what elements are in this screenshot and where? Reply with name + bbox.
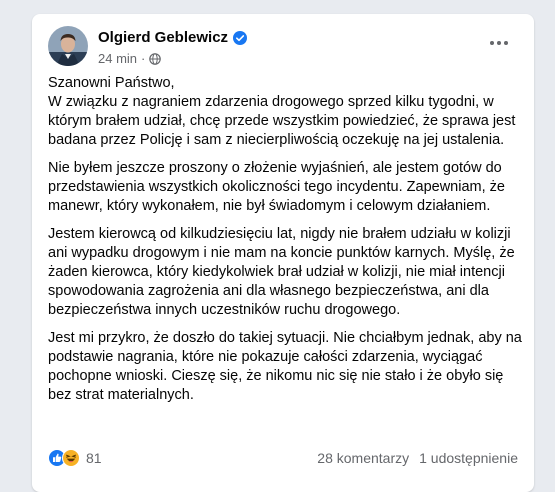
- more-dot: [490, 41, 494, 45]
- verified-badge-icon: [233, 30, 248, 45]
- more-options-icon[interactable]: [484, 28, 514, 58]
- post-footer: 81 28 komentarzy 1 udostępnienie: [48, 448, 518, 470]
- more-dot: [504, 41, 508, 45]
- post-paragraph: Jest mi przykro, że doszło do takiej syt…: [48, 330, 522, 403]
- reaction-count[interactable]: 81: [86, 450, 102, 466]
- avatar[interactable]: [48, 26, 88, 66]
- post-stats: 28 komentarzy 1 udostępnienie: [317, 450, 518, 466]
- post-header: Olgierd Geblewicz 24 min ·: [48, 26, 518, 70]
- author-name-text[interactable]: Olgierd Geblewicz: [98, 29, 228, 46]
- more-dot: [497, 41, 501, 45]
- post-paragraph: Jestem kierowcą od kilkudziesięciu lat, …: [48, 226, 515, 318]
- post-meta: 24 min ·: [98, 51, 162, 66]
- shares-count-link[interactable]: 1 udostępnienie: [419, 450, 518, 466]
- globe-icon[interactable]: [149, 52, 162, 65]
- post-body: Szanowni Państwo, W związku z nagraniem …: [48, 74, 522, 414]
- haha-reaction-icon: [62, 449, 80, 467]
- meta-separator: ·: [141, 51, 146, 66]
- post-card: Olgierd Geblewicz 24 min · Szanowni Pańs…: [32, 14, 534, 492]
- comments-count-link[interactable]: 28 komentarzy: [317, 450, 409, 466]
- post-paragraph: Szanowni Państwo, W związku z nagraniem …: [48, 75, 516, 148]
- reactions-summary[interactable]: 81: [48, 449, 102, 467]
- post-paragraph: Nie byłem jeszcze proszony o złożenie wy…: [48, 160, 505, 214]
- author-name[interactable]: Olgierd Geblewicz: [98, 29, 248, 46]
- post-time[interactable]: 24 min: [98, 51, 137, 66]
